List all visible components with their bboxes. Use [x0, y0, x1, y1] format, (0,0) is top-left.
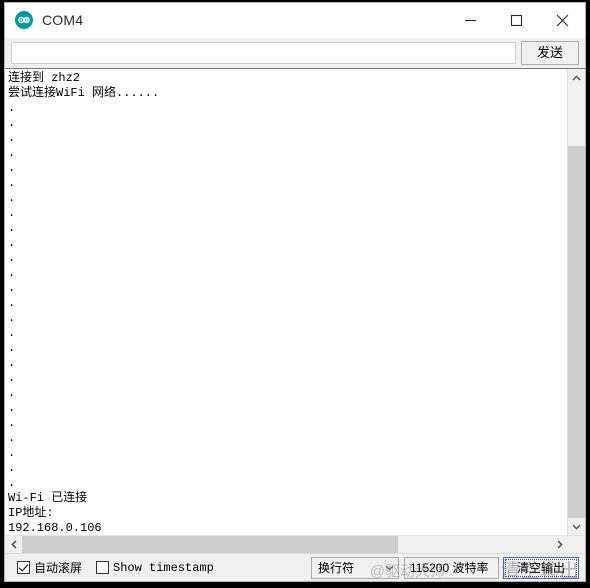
show-timestamp-label: Show timestamp	[113, 560, 214, 575]
horizontal-scrollbar[interactable]	[5, 535, 585, 553]
console-line: .	[8, 161, 16, 175]
clear-output-button[interactable]: 清空输出	[503, 556, 579, 579]
console-line: .	[8, 266, 16, 280]
send-row: 发送	[5, 38, 585, 68]
arduino-infinity-icon	[15, 11, 33, 29]
console-line: .	[8, 296, 16, 310]
console-line: .	[8, 326, 16, 340]
console-line: .	[8, 416, 16, 430]
send-input[interactable]	[11, 42, 516, 64]
scrollbar-corner	[568, 536, 585, 553]
console-line: .	[8, 191, 16, 205]
vertical-scroll-track[interactable]	[568, 86, 585, 518]
window-title: COM4	[42, 12, 84, 28]
chevron-right-icon	[556, 540, 563, 549]
console-line: .	[8, 476, 16, 490]
horizontal-scroll-track[interactable]	[22, 536, 551, 553]
newline-select-value: 换行符	[318, 561, 355, 575]
console-line: .	[8, 116, 16, 130]
close-button[interactable]	[539, 3, 585, 37]
console-output[interactable]: 连接到 zhz2 尝试连接WiFi 网络.....................…	[5, 69, 567, 535]
console-line: 连接到 zhz2	[8, 71, 81, 85]
console-line: .	[8, 386, 16, 400]
chevron-down-icon	[572, 523, 581, 530]
console-line: .	[8, 341, 16, 355]
serial-monitor-window: COM4 发送 连接到 zhz2 尝试连接WiFi 网络...... . . .…	[4, 2, 586, 582]
title-bar: COM4	[5, 3, 585, 38]
scroll-down-button[interactable]	[568, 518, 585, 535]
vertical-scrollbar[interactable]	[567, 69, 585, 535]
chevron-left-icon	[10, 540, 17, 549]
maximize-icon	[510, 14, 522, 26]
console-line: .	[8, 461, 16, 475]
close-icon	[556, 14, 568, 26]
send-button[interactable]: 发送	[521, 41, 579, 65]
console-line: .	[8, 101, 16, 115]
console-line: Wi-Fi 已连接	[8, 491, 88, 505]
console-line: .	[8, 371, 16, 385]
console-line: 尝试连接WiFi 网络......	[8, 86, 160, 100]
show-timestamp-checkbox[interactable]: Show timestamp	[96, 561, 214, 575]
scroll-right-button[interactable]	[551, 536, 568, 553]
console-line: .	[8, 131, 16, 145]
console-line: .	[8, 356, 16, 370]
bottom-toolbar: 自动滚屏 Show timestamp 换行符 115200 波特率 清空输出 …	[5, 553, 585, 581]
console-area: 连接到 zhz2 尝试连接WiFi 网络.....................…	[5, 68, 585, 553]
console-line: .	[8, 311, 16, 325]
scroll-left-button[interactable]	[5, 536, 22, 553]
scroll-up-button[interactable]	[568, 69, 585, 86]
console-line: 192.168.0.106	[8, 521, 102, 535]
minimize-icon	[464, 19, 476, 21]
baud-rate-value: 115200 波特率	[410, 561, 489, 575]
console-line: .	[8, 446, 16, 460]
autoscroll-label: 自动滚屏	[34, 561, 83, 575]
caption-buttons	[447, 3, 585, 37]
show-timestamp-checkbox-box[interactable]	[96, 561, 110, 574]
chevron-up-icon	[572, 74, 581, 81]
console-line: .	[8, 401, 16, 415]
console-line: .	[8, 176, 16, 190]
console-line: .	[8, 236, 16, 250]
console-line: .	[8, 431, 16, 445]
console-line: .	[8, 221, 16, 235]
autoscroll-checkbox-box[interactable]	[17, 561, 30, 574]
horizontal-scroll-thumb[interactable]	[22, 536, 398, 553]
autoscroll-checkbox[interactable]: 自动滚屏	[17, 559, 82, 576]
console-body: 连接到 zhz2 尝试连接WiFi 网络.....................…	[5, 69, 585, 535]
console-line: IP地址:	[8, 506, 54, 520]
console-line: .	[8, 206, 16, 220]
newline-select[interactable]: 换行符	[311, 556, 399, 579]
console-line: .	[8, 146, 16, 160]
console-line: .	[8, 281, 16, 295]
maximize-button[interactable]	[493, 3, 539, 37]
vertical-scroll-thumb[interactable]	[568, 146, 585, 518]
minimize-button[interactable]	[447, 3, 493, 37]
console-line: .	[8, 251, 16, 265]
baud-rate-select[interactable]: 115200 波特率	[404, 556, 499, 579]
chevron-down-icon	[380, 565, 398, 571]
